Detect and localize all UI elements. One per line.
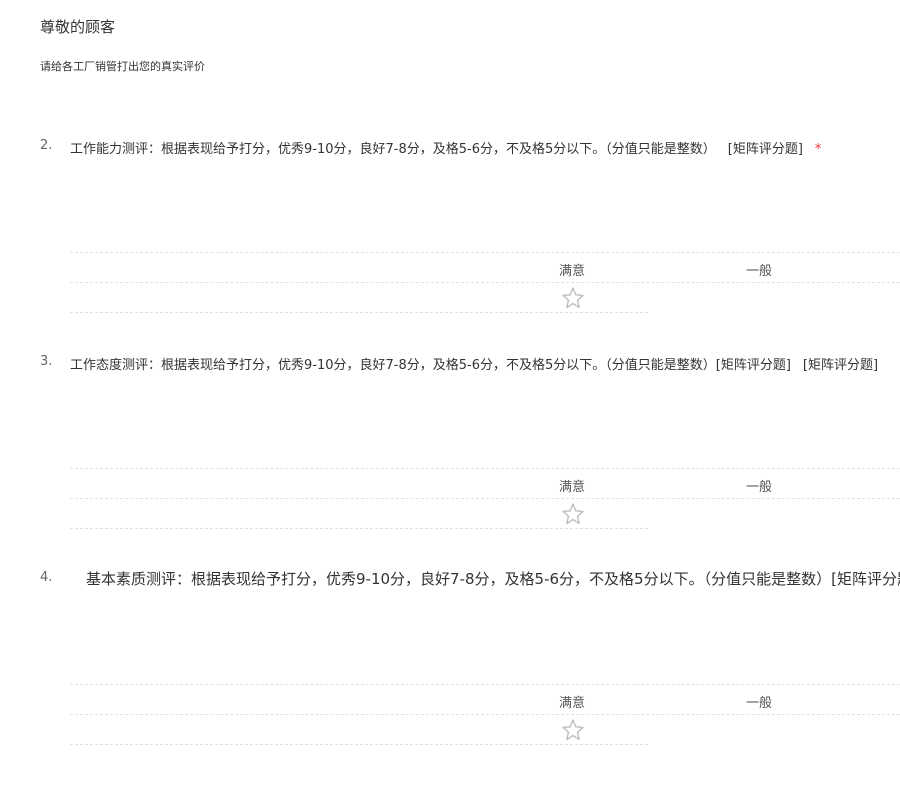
question-text-body: 工作态度测评：根据表现给予打分，优秀9-10分，良好7-8分，及格5-6分，不及… — [70, 358, 791, 373]
question-text: 工作能力测评：根据表现给予打分，优秀9-10分，良好7-8分，及格5-6分，不及… — [70, 138, 821, 157]
matrix-divider — [70, 498, 900, 499]
greeting-title: 尊敬的顾客 — [40, 18, 116, 36]
question-text-body: 基本素质测评：根据表现给予打分，优秀9-10分，良好7-8分，及格5-6分，不及… — [86, 570, 900, 588]
question-type-tag: [矩阵评分题] — [727, 142, 803, 157]
matrix-divider — [70, 252, 900, 253]
question-text: 基本素质测评：根据表现给予打分，优秀9-10分，良好7-8分，及格5-6分，不及… — [86, 568, 900, 589]
matrix-divider — [70, 528, 648, 529]
question-type-tag: [矩阵评分题] — [802, 358, 879, 373]
column-header-average: 一般 — [746, 264, 773, 279]
matrix-divider — [70, 714, 900, 715]
matrix-divider — [70, 312, 648, 313]
question-number: 2. — [40, 138, 53, 153]
rating-matrix: 满意 一般 — [70, 244, 900, 313]
column-header-satisfied: 满意 — [559, 480, 586, 495]
required-mark: * — [814, 142, 822, 157]
question-2: 2. 工作能力测评：根据表现给予打分，优秀9-10分，良好7-8分，及格5-6分… — [0, 136, 900, 346]
question-number: 4. — [40, 570, 53, 585]
star-outline-icon[interactable] — [561, 718, 585, 742]
star-outline-icon[interactable] — [561, 502, 585, 526]
matrix-divider — [70, 468, 900, 469]
matrix-divider — [70, 282, 900, 283]
question-text-body: 工作能力测评：根据表现给予打分，优秀9-10分，良好7-8分，及格5-6分，不及… — [70, 142, 716, 157]
survey-subtitle: 请给各工厂销管打出您的真实评价 — [40, 60, 205, 73]
question-3: 3. 工作态度测评：根据表现给予打分，优秀9-10分，良好7-8分，及格5-6分… — [0, 352, 900, 562]
column-header-average: 一般 — [746, 696, 773, 711]
question-4: 4. 基本素质测评：根据表现给予打分，优秀9-10分，良好7-8分，及格5-6分… — [0, 568, 900, 778]
matrix-divider — [70, 744, 648, 745]
star-outline-icon[interactable] — [561, 286, 585, 310]
column-header-satisfied: 满意 — [559, 696, 586, 711]
rating-matrix: 满意 一般 — [70, 460, 900, 529]
matrix-divider — [70, 684, 900, 685]
rating-matrix: 满意 一般 — [70, 676, 900, 745]
column-header-satisfied: 满意 — [559, 264, 586, 279]
column-header-average: 一般 — [746, 480, 773, 495]
question-number: 3. — [40, 354, 53, 369]
question-text: 工作态度测评：根据表现给予打分，优秀9-10分，良好7-8分，及格5-6分，不及… — [70, 354, 878, 373]
